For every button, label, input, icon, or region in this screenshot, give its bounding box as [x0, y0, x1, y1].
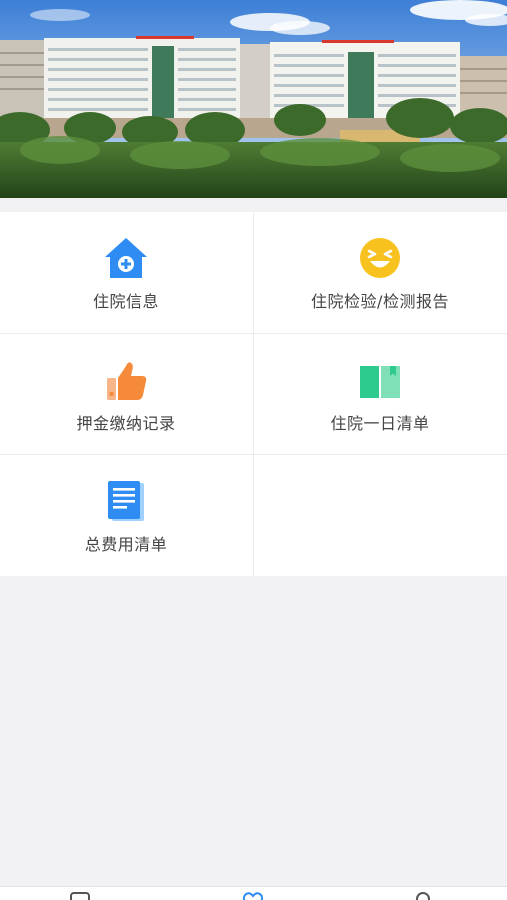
- open-book-icon: [358, 358, 402, 402]
- menu-item-deposit-records[interactable]: 押金缴纳记录: [0, 334, 252, 454]
- bottom-tab-bar: [0, 886, 507, 900]
- menu-item-label: 住院检验/检测报告: [311, 292, 449, 311]
- hospital-banner-image: [0, 0, 507, 198]
- heart-tab-icon[interactable]: [241, 891, 265, 900]
- menu-item-label: 押金缴纳记录: [76, 414, 176, 433]
- menu-item-label: 总费用清单: [84, 535, 168, 554]
- home-tab-icon[interactable]: [68, 891, 92, 900]
- menu-item-test-report[interactable]: 住院检验/检测报告: [254, 212, 506, 332]
- menu-item-label: 住院一日清单: [330, 414, 430, 433]
- hospital-house-icon: [104, 236, 148, 280]
- function-grid: 住院信息 住院检验/检测报告 押金缴纳记录 住院一日清单 总费用清单: [0, 212, 507, 576]
- thumbs-up-icon: [104, 358, 148, 402]
- empty-grid-cell: [254, 455, 506, 575]
- hospital-inpatient-page: 住院信息 住院检验/检测报告 押金缴纳记录 住院一日清单 总费用清单: [0, 0, 507, 900]
- menu-item-daily-list[interactable]: 住院一日清单: [254, 334, 506, 454]
- document-list-icon: [104, 479, 148, 523]
- menu-item-label: 住院信息: [92, 292, 159, 311]
- menu-item-inpatient-info[interactable]: 住院信息: [0, 212, 252, 332]
- menu-item-total-fees[interactable]: 总费用清单: [0, 455, 252, 575]
- smiley-face-icon: [358, 236, 402, 280]
- profile-tab-icon[interactable]: [411, 891, 435, 900]
